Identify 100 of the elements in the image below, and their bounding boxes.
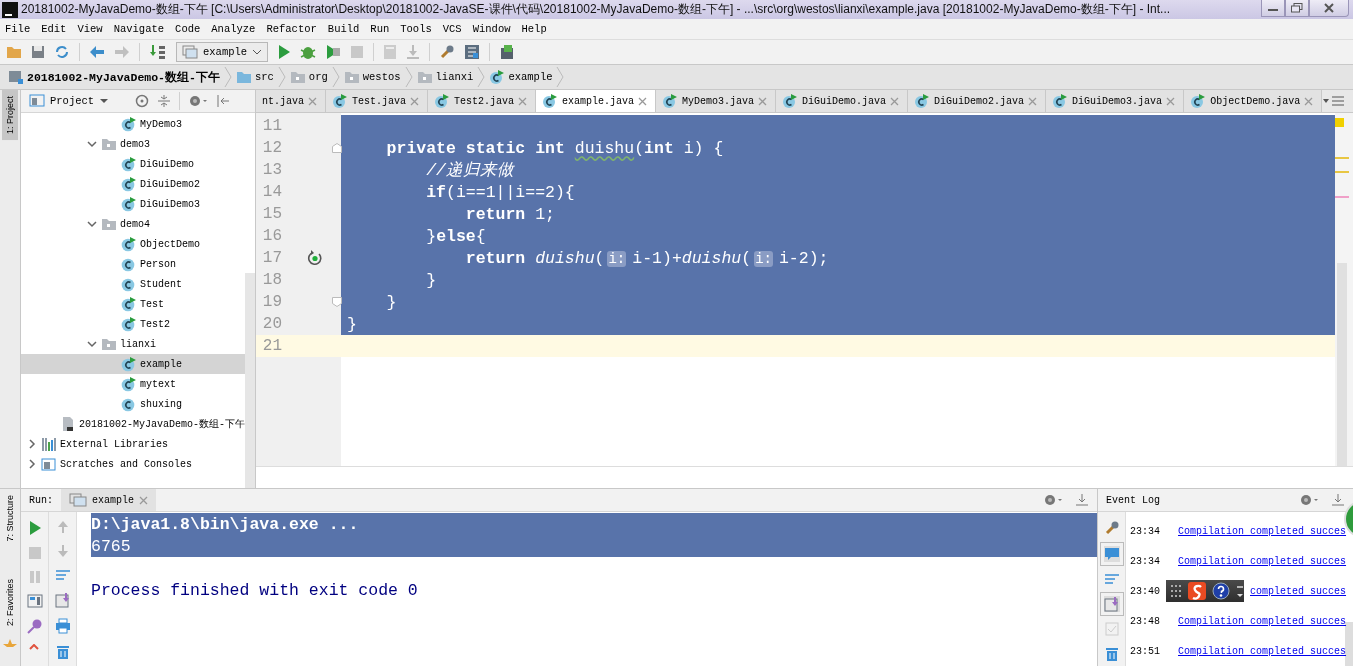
tree-item[interactable]: DiGuiDemo (21, 154, 245, 174)
trash-icon[interactable] (1104, 646, 1119, 662)
minimize-button[interactable] (1261, 0, 1285, 17)
collapse-icon[interactable] (157, 94, 172, 108)
close-icon[interactable] (139, 495, 149, 505)
tree-item[interactable]: Test (21, 294, 245, 314)
star-icon[interactable] (3, 638, 17, 647)
event-link[interactable]: completed succes (1250, 585, 1347, 597)
editor-tab[interactable]: Test.java (326, 90, 429, 112)
scrollbar-thumb[interactable] (1337, 263, 1347, 466)
tab-list-icon[interactable] (1322, 95, 1347, 107)
close-icon[interactable] (758, 96, 768, 106)
tree-item[interactable]: 20181002-MyJavaDemo-数组-下午 (21, 414, 245, 434)
event-link[interactable]: Compilation completed succes (1178, 525, 1347, 537)
tree-item[interactable]: DiGuiDemo3 (21, 194, 245, 214)
sync-icon[interactable] (54, 45, 70, 59)
editor-tab[interactable]: DiGuiDemo2.java (908, 90, 1047, 112)
tool-window-tab[interactable]: 1: Project (2, 90, 18, 141)
close-icon[interactable] (638, 96, 648, 106)
back-icon[interactable] (89, 45, 105, 59)
tree-item[interactable]: lianxi (21, 334, 245, 354)
grip-icon[interactable] (1170, 584, 1182, 598)
menu-item[interactable]: Code (175, 23, 201, 35)
wrap-icon[interactable] (54, 568, 71, 582)
hide-icon[interactable] (216, 94, 231, 108)
breadcrumb[interactable]: org (289, 70, 328, 84)
checkbox-icon[interactable] (1104, 622, 1119, 636)
fold-icon[interactable] (332, 297, 342, 307)
editor-tab[interactable]: MyDemo3.java (656, 90, 777, 112)
input-method-toolbar[interactable] (1166, 580, 1244, 602)
hide-icon[interactable] (1331, 493, 1345, 507)
settings-icon[interactable] (1043, 493, 1063, 507)
wrap-icon[interactable] (1103, 572, 1120, 586)
sdk-icon[interactable] (499, 44, 516, 60)
menu-item[interactable]: Run (370, 23, 390, 35)
tree-item[interactable]: ObjectDemo (21, 234, 245, 254)
help-icon[interactable] (1212, 582, 1230, 600)
breadcrumb[interactable]: example (489, 69, 553, 85)
restore-button[interactable] (1285, 0, 1309, 17)
run-icon[interactable] (27, 520, 42, 536)
event-link[interactable]: Compilation completed succes (1178, 615, 1347, 627)
save-icon[interactable] (31, 45, 45, 59)
tree-item[interactable]: Scratches and Consoles (21, 454, 245, 474)
event-link[interactable]: Compilation completed succes (1178, 555, 1347, 567)
chevron-icon[interactable] (87, 139, 97, 149)
breadcrumb[interactable]: 20181002-MyJavaDemo-数组-下午 (8, 69, 220, 85)
wrench-icon[interactable] (439, 44, 456, 60)
tree-item[interactable]: Person (21, 254, 245, 274)
menu-item[interactable]: Tools (400, 23, 432, 35)
tree-item[interactable]: demo3 (21, 134, 245, 154)
pin-icon[interactable] (26, 618, 43, 634)
editor-tab[interactable]: example.java (536, 90, 657, 112)
breadcrumb[interactable]: src (235, 70, 274, 84)
menu-item[interactable]: Help (521, 23, 547, 35)
download-icon[interactable] (406, 44, 421, 60)
settings-icon[interactable] (188, 94, 209, 108)
menu-item[interactable]: Build (327, 23, 360, 35)
close-icon[interactable] (308, 96, 317, 106)
tree-item[interactable]: External Libraries (21, 434, 245, 454)
scrollbar-thumb[interactable] (245, 273, 255, 488)
tree-item[interactable]: mytext (21, 374, 245, 394)
menu-item[interactable]: Analyze (211, 23, 256, 35)
menu-item[interactable]: Navigate (113, 23, 165, 35)
trash-icon[interactable] (55, 644, 70, 660)
menu-item[interactable]: Edit (41, 23, 67, 35)
event-link[interactable]: Compilation completed succes (1178, 645, 1347, 657)
close-icon[interactable] (890, 96, 900, 106)
tree-item[interactable]: DiGuiDemo2 (21, 174, 245, 194)
editor-tab[interactable]: ObjectDemo.java (1184, 90, 1323, 112)
chevron-icon[interactable] (87, 339, 97, 349)
chevron-icon[interactable] (27, 459, 37, 469)
editor-tab[interactable]: nt.java (256, 90, 326, 112)
chevron-icon[interactable] (27, 439, 37, 449)
run-tab[interactable]: example (61, 489, 157, 511)
run-icon[interactable] (277, 44, 292, 60)
folder-icon[interactable] (6, 45, 22, 59)
wrench-icon[interactable] (1103, 520, 1120, 536)
editor-tab[interactable]: DiGuiDemo.java (776, 90, 909, 112)
menu-item[interactable]: View (77, 23, 103, 35)
run-configuration-dropdown[interactable]: example (176, 42, 269, 62)
close-icon[interactable] (518, 96, 528, 106)
chevron-icon[interactable] (87, 219, 97, 229)
breadcrumb[interactable]: westos (343, 70, 401, 84)
print-icon[interactable] (54, 618, 71, 634)
locate-icon[interactable] (135, 94, 150, 108)
build-icon[interactable] (149, 44, 167, 60)
tool-window-tab[interactable]: 7: Structure (2, 489, 18, 548)
menu-item[interactable]: Window (472, 23, 511, 35)
scroll-to-end-icon[interactable] (54, 592, 71, 608)
close-icon[interactable] (410, 96, 420, 106)
close-icon[interactable] (1166, 96, 1176, 106)
scrollbar-thumb[interactable] (1345, 622, 1353, 666)
tree-item[interactable]: MyDemo3 (21, 114, 245, 134)
menu-item[interactable]: VCS (442, 23, 462, 35)
close-icon[interactable] (1304, 96, 1314, 106)
settings-icon[interactable] (1299, 493, 1319, 507)
editor-tab[interactable]: Test2.java (428, 90, 537, 112)
up-arrow-icon[interactable] (55, 520, 70, 534)
close-icon[interactable] (1028, 96, 1038, 106)
editor-tab[interactable]: DiGuiDemo3.java (1046, 90, 1185, 112)
